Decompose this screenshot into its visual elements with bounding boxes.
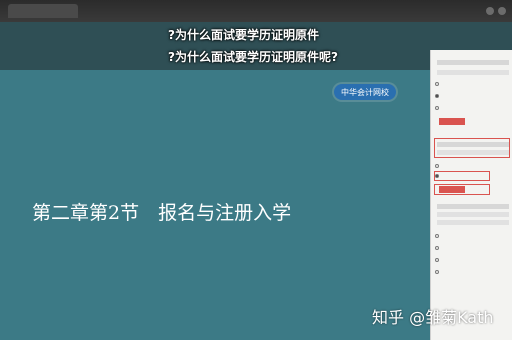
radio-option[interactable] xyxy=(435,174,439,178)
question-text xyxy=(437,212,509,217)
answer-badge xyxy=(439,118,465,125)
browser-tab[interactable] xyxy=(8,4,78,18)
radio-option[interactable] xyxy=(435,258,439,262)
slide-heading: 第二章第2节 报名与注册入学 xyxy=(32,202,292,224)
highlight-box xyxy=(434,138,510,158)
question-text xyxy=(437,70,509,75)
browser-toolbar xyxy=(0,0,512,22)
radio-option[interactable] xyxy=(435,270,439,274)
radio-option[interactable] xyxy=(435,106,439,110)
answer-badge xyxy=(439,186,465,193)
logo: 中华会计网校 xyxy=(334,84,396,100)
overlay-title-line-2: ?为什么面试要学历证明原件呢? xyxy=(168,50,338,64)
question-text xyxy=(437,204,509,209)
highlight-box xyxy=(434,171,490,181)
radio-option[interactable] xyxy=(435,246,439,250)
window-control-icon[interactable] xyxy=(486,7,494,15)
window-control-icon[interactable] xyxy=(498,7,506,15)
question-text xyxy=(437,142,509,147)
question-text xyxy=(437,60,509,65)
radio-option[interactable] xyxy=(435,82,439,86)
radio-option[interactable] xyxy=(435,164,439,168)
overlay-title-line-1: ?为什么面试要学历证明原件 xyxy=(168,28,319,42)
question-text xyxy=(437,220,509,225)
watermark: 知乎 @雏菊Kath xyxy=(372,308,494,327)
radio-option[interactable] xyxy=(435,94,439,98)
radio-option[interactable] xyxy=(435,234,439,238)
question-text xyxy=(437,150,509,155)
quiz-panel xyxy=(430,50,512,340)
